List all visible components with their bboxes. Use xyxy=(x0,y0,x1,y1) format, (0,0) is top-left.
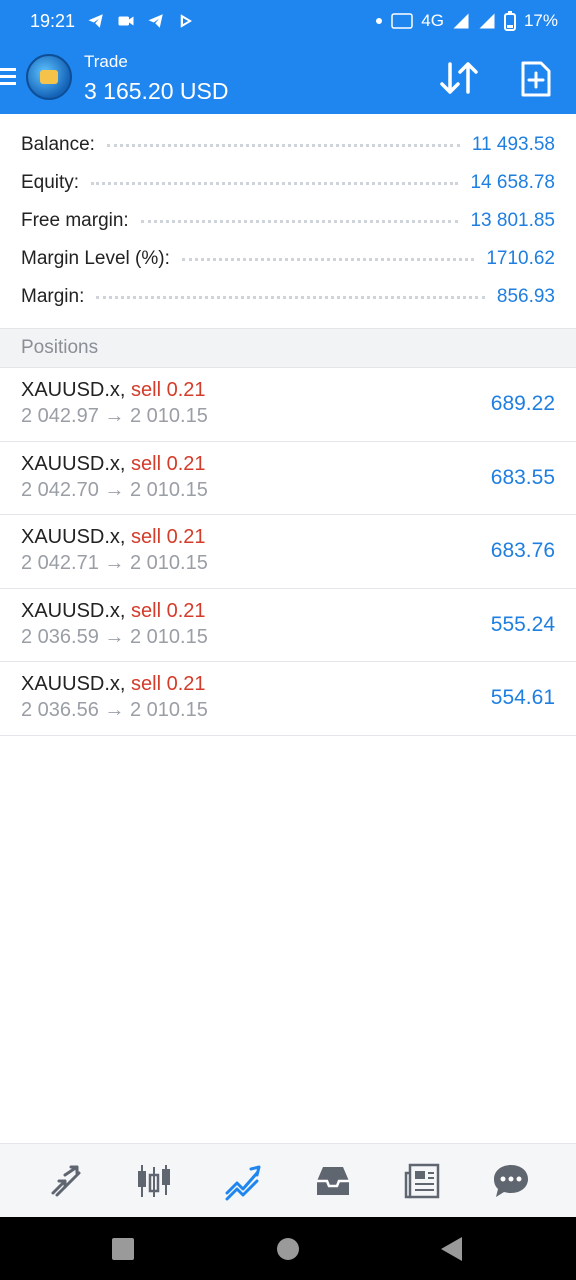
status-bar: 19:21 4G 17% xyxy=(0,0,576,42)
nav-news[interactable] xyxy=(399,1158,445,1204)
position-prices: 2 042.70 → 2 010.15 xyxy=(21,478,208,501)
account-summary: Balance: 11 493.58 Equity: 14 658.78 Fre… xyxy=(0,126,576,316)
summary-label: Balance: xyxy=(21,134,95,155)
position-type: sell 0.21 xyxy=(131,452,206,475)
position-profit: 683.55 xyxy=(490,465,555,489)
video-icon xyxy=(117,12,135,30)
messages-icon xyxy=(494,1164,529,1197)
position-row[interactable]: XAUUSD.x, sell 0.21 2 042.97 → 2 010.15 … xyxy=(0,368,576,442)
position-title: XAUUSD.x, sell 0.21 xyxy=(21,673,206,696)
position-type: sell 0.21 xyxy=(131,599,206,622)
bottom-nav xyxy=(0,1143,576,1217)
dotted-divider xyxy=(91,181,459,185)
dot-icon xyxy=(375,12,383,30)
position-profit: 554.61 xyxy=(490,686,555,709)
nav-chart[interactable] xyxy=(131,1158,177,1204)
chart-icon xyxy=(137,1164,170,1197)
menu-icon[interactable] xyxy=(0,68,16,86)
position-title: XAUUSD.x, sell 0.21 xyxy=(21,526,206,549)
app-logo[interactable] xyxy=(26,54,72,100)
position-title: XAUUSD.x, sell 0.21 xyxy=(21,453,206,476)
play-store-icon xyxy=(177,12,195,30)
positions-list: XAUUSD.x, sell 0.21 2 042.97 → 2 010.15 … xyxy=(0,368,576,736)
position-symbol: XAUUSD.x, xyxy=(21,379,126,401)
signal-icon xyxy=(478,12,496,30)
summary-value: 14 658.78 xyxy=(470,172,555,193)
position-symbol: XAUUSD.x, xyxy=(21,526,126,548)
dotted-divider xyxy=(106,143,460,147)
quotes-icon xyxy=(51,1165,81,1196)
new-order-icon xyxy=(521,61,551,97)
position-title: XAUUSD.x, sell 0.21 xyxy=(21,379,206,402)
summary-value: 1710.62 xyxy=(486,248,555,269)
position-row[interactable]: XAUUSD.x, sell 0.21 2 042.71 → 2 010.15 … xyxy=(0,515,576,589)
dotted-divider xyxy=(181,257,475,261)
back-button[interactable] xyxy=(441,1237,462,1261)
summary-row-equity: Equity: 14 658.78 xyxy=(0,164,576,202)
battery-level: 17% xyxy=(523,11,558,30)
summary-row-free-margin: Free margin: 13 801.85 xyxy=(0,202,576,240)
status-time: 19:21 xyxy=(30,10,76,31)
battery-icon xyxy=(503,11,516,31)
position-title: XAUUSD.x, sell 0.21 xyxy=(21,600,206,623)
app-header: Trade 3 165.20 USD xyxy=(0,42,576,114)
telegram-icon xyxy=(87,12,105,30)
header-balance: 3 165.20 USD xyxy=(84,78,229,104)
position-type: sell 0.21 xyxy=(131,673,206,695)
summary-value: 11 493.58 xyxy=(471,134,555,155)
system-nav-bar xyxy=(0,1217,576,1280)
position-symbol: XAUUSD.x, xyxy=(21,452,126,475)
position-profit: 683.76 xyxy=(490,539,555,562)
position-symbol: XAUUSD.x, xyxy=(21,599,126,622)
position-prices: 2 042.71 → 2 010.15 xyxy=(21,552,208,574)
position-profit: 689.22 xyxy=(490,392,555,415)
summary-value: 856.93 xyxy=(496,286,555,307)
position-prices: 2 036.59 → 2 010.15 xyxy=(21,625,208,648)
position-type: sell 0.21 xyxy=(131,379,206,401)
nav-trade[interactable] xyxy=(220,1158,266,1204)
positions-section-header: Positions xyxy=(0,328,576,368)
dotted-divider xyxy=(96,295,485,299)
position-type: sell 0.21 xyxy=(131,526,206,548)
summary-label: Equity: xyxy=(21,172,80,193)
trade-icon xyxy=(225,1165,261,1200)
history-icon xyxy=(316,1166,349,1195)
new-order-button[interactable] xyxy=(518,60,554,98)
sort-icon xyxy=(440,62,478,94)
summary-label: Free margin: xyxy=(21,210,129,231)
summary-label: Margin Level (%): xyxy=(21,248,170,269)
network-type: 4G xyxy=(421,11,444,30)
news-icon xyxy=(404,1163,440,1198)
summary-value: 13 801.85 xyxy=(470,210,555,231)
position-row[interactable]: XAUUSD.x, sell 0.21 2 036.59 → 2 010.15 … xyxy=(0,589,576,662)
nav-quotes[interactable] xyxy=(42,1158,88,1204)
telegram-icon xyxy=(147,12,165,30)
position-row[interactable]: XAUUSD.x, sell 0.21 2 042.70 → 2 010.15 … xyxy=(0,442,576,515)
volte-icon xyxy=(391,12,414,30)
sort-button[interactable] xyxy=(438,58,480,98)
signal-icon xyxy=(452,12,470,30)
position-prices: 2 042.97 → 2 010.15 xyxy=(21,405,208,427)
nav-messages[interactable] xyxy=(488,1158,534,1204)
position-symbol: XAUUSD.x, xyxy=(21,673,126,695)
summary-row-margin: Margin: 856.93 xyxy=(0,278,576,316)
nav-history[interactable] xyxy=(310,1158,356,1204)
position-profit: 555.24 xyxy=(490,612,555,636)
recent-apps-button[interactable] xyxy=(112,1238,134,1260)
position-row[interactable]: XAUUSD.x, sell 0.21 2 036.56 → 2 010.15 … xyxy=(0,662,576,736)
summary-row-margin-level: Margin Level (%): 1710.62 xyxy=(0,240,576,278)
dotted-divider xyxy=(140,219,459,223)
summary-label: Margin: xyxy=(21,286,85,307)
home-button[interactable] xyxy=(277,1238,299,1260)
summary-row-balance: Balance: 11 493.58 xyxy=(0,126,576,164)
position-prices: 2 036.56 → 2 010.15 xyxy=(21,699,208,721)
page-title: Trade xyxy=(84,52,128,71)
